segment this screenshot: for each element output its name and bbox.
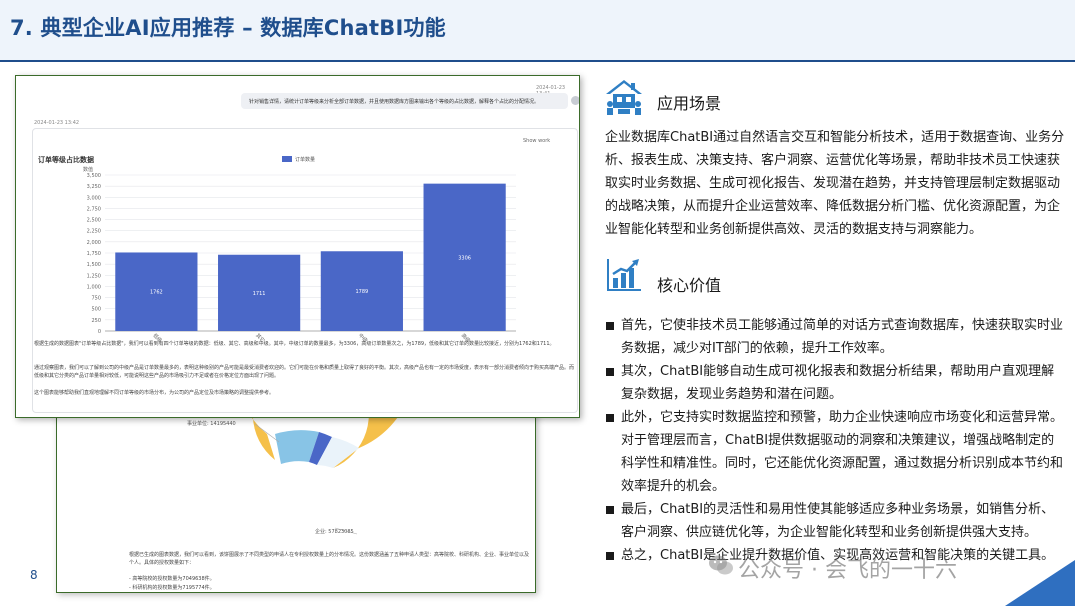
y-tick-label: 3,250: [87, 184, 101, 190]
y-tick-label: 2,500: [87, 218, 101, 224]
answer-paragraph-2: 通过观察图表，我们可以了解到公司的中级产品是订单数量最多的，表明这种级别的产品可…: [34, 365, 575, 379]
wechat-icon: [709, 555, 733, 575]
y-tick-label: 3,500: [87, 173, 101, 179]
bar-value-label: 1711: [253, 291, 266, 297]
y-tick-label: 0: [98, 329, 101, 335]
bullet-square-icon: [606, 552, 614, 560]
scenario-text: 企业数据库ChatBI通过自然语言交互和智能分析技术，适用于数据查询、业务分析、…: [605, 130, 1065, 237]
bullet-square-icon: [606, 368, 614, 376]
bullet-square-icon: [606, 506, 614, 514]
value-item: 此外，它支持实时数据监控和预警，助力企业快速响应市场变化和运营异常。对于管理层而…: [605, 406, 1065, 498]
y-tick-label: 2,000: [87, 240, 101, 246]
house-people-icon: [606, 80, 642, 115]
value-item: 首先，它使非技术员工能够通过简单的对话方式查询数据库，快速获取实时业务数据，减少…: [605, 314, 1065, 360]
chart-ylabel: 数值: [83, 166, 93, 173]
chatbi-screenshot: 2024-01-23 13:41 针对销售详情，请统计订单等级来分析全部订单数据…: [15, 75, 580, 418]
value-title: 核心价值: [657, 276, 722, 295]
pie-label-institution: 事业单位: 14195440: [187, 421, 236, 427]
pie-label-enterprise: 企业: 57823085: [315, 529, 354, 535]
legend-label: 订单数量: [295, 156, 315, 163]
y-tick-label: 2,250: [87, 229, 101, 235]
value-item: 最后，ChatBI的灵活性和易用性使其能够适应多种业务场景，如销售分析、客户洞察…: [605, 498, 1065, 544]
value-item: 其次，ChatBI能够自动生成可视化报表和数据分析结果，帮助用户直观理解复杂数据…: [605, 360, 1065, 406]
y-tick-label: 500: [91, 307, 101, 313]
chart-title: 订单等级占比数据: [38, 155, 94, 164]
bar-chart-growth-icon: [607, 259, 641, 291]
legend-swatch: [282, 156, 292, 162]
bar-value-label: 3306: [458, 255, 471, 261]
watermark: 公众号 · 会飞的一十六: [708, 550, 1058, 583]
pie-bullet-2: - 科研机构的授权数量为7195774件。: [129, 585, 215, 591]
title-divider: [0, 60, 1075, 62]
pie-summary-text: 根据已生成的图表数据，我们可以看到，该饼图展示了不同类型的申请人在专利授权数量上…: [129, 552, 530, 566]
y-tick-label: 250: [91, 318, 101, 324]
y-tick-label: 2,750: [87, 206, 101, 212]
bullet-square-icon: [606, 414, 614, 422]
answer-paragraph-3: 这个图表能够帮助我们直观地理解不同订单等级的市场分布，为公司的产品定位及市场策略…: [34, 390, 275, 396]
bar-value-label: 1762: [150, 290, 163, 296]
bar-value-label: 1789: [356, 289, 369, 295]
pie-bullet-1: - 高等院校的授权数量为7049638件。: [129, 576, 215, 582]
watermark-text: 公众号 · 会飞的一十六: [738, 558, 957, 583]
y-tick-label: 3,000: [87, 195, 101, 201]
title-bar: 7. 典型企业AI应用推荐 – 数据库ChatBI功能: [0, 0, 1075, 60]
y-tick-label: 1,750: [87, 251, 101, 257]
value-list: 首先，它使非技术员工能够通过简单的对话方式查询数据库，快速获取实时业务数据，减少…: [605, 314, 1065, 567]
bullet-square-icon: [606, 322, 614, 330]
answer-paragraph-1: 根据生成的数据图表"订单等级占比数据"，我们可以看到有四个订单等级的数据：低级、…: [34, 341, 555, 347]
y-tick-label: 1,500: [87, 262, 101, 268]
slide-title: 7. 典型企业AI应用推荐 – 数据库ChatBI功能: [10, 16, 446, 40]
page-number: 8: [30, 568, 38, 582]
y-tick-label: 1,250: [87, 273, 101, 279]
y-tick-label: 750: [91, 296, 101, 302]
y-tick-label: 1,000: [87, 284, 101, 290]
scenario-title: 应用场景: [657, 94, 722, 113]
